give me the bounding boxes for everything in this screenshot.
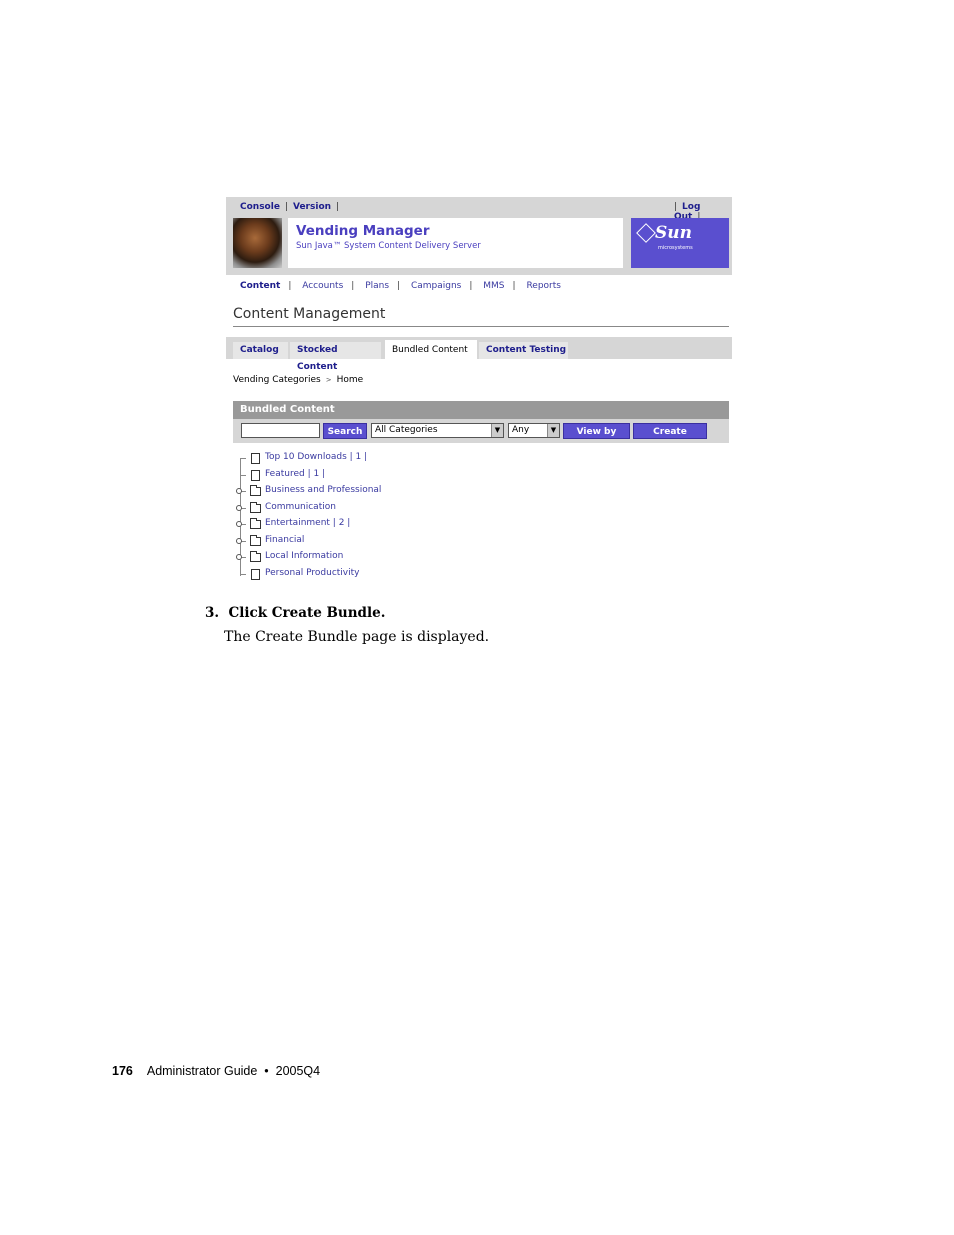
bundled-toolbar: Search All Categories ▼ Any ▼ View by Ti…	[233, 419, 729, 453]
sun-diamond-icon	[636, 223, 656, 243]
app-subtitle: Sun Java™ System Content Delivery Server	[296, 241, 481, 251]
document-icon	[251, 469, 260, 481]
title-divider	[233, 326, 729, 327]
chevron-down-icon: ▼	[547, 424, 559, 437]
expand-icon[interactable]	[236, 521, 242, 527]
any-select[interactable]: Any ▼	[508, 423, 560, 438]
header-photo	[233, 218, 282, 268]
document-icon	[251, 453, 260, 464]
breadcrumb: Vending Categories > Home	[233, 375, 363, 385]
folder-icon	[250, 501, 261, 513]
expand-icon[interactable]	[236, 537, 242, 544]
tree-item-label[interactable]: Business and Professional	[265, 485, 381, 495]
bundled-content-heading: Bundled Content	[240, 404, 335, 415]
tab-content-testing[interactable]: Content Testing	[479, 342, 568, 359]
top-header: Console | Version | | Log Out | Vending Manag…	[226, 197, 732, 275]
app-title: Vending Manager	[296, 223, 430, 239]
brand-box: Vending Manager Sun Java™ System Content…	[288, 218, 623, 268]
step-instruction: 3. Click Create Bundle.	[205, 605, 385, 621]
tree-item-label[interactable]: Financial	[265, 535, 304, 545]
expand-icon[interactable]	[236, 504, 242, 511]
search-input[interactable]	[241, 423, 320, 438]
tab-bundled-content[interactable]: Bundled Content	[385, 340, 477, 359]
nav-mms[interactable]: MMS	[483, 281, 504, 291]
breadcrumb-current: Home	[336, 375, 364, 385]
chevron-down-icon: ▼	[491, 424, 503, 437]
folder-icon	[250, 485, 261, 496]
footer-version: 2005Q4	[275, 1064, 321, 1078]
category-select[interactable]: All Categories ▼	[371, 423, 504, 438]
expand-icon[interactable]	[236, 488, 242, 494]
tab-bar: Catalog Stocked Content Bundled Content …	[226, 337, 732, 372]
step-number: 3.	[205, 605, 220, 621]
tree-item-label[interactable]: Communication	[265, 502, 336, 512]
nav-reports[interactable]: Reports	[526, 281, 561, 291]
nav-content[interactable]: Content	[240, 281, 280, 291]
page-footer: 176 Administrator Guide • 2005Q4	[112, 1064, 320, 1078]
tab-catalog[interactable]: Catalog	[233, 342, 288, 359]
vending-manager-screenshot: Console | Version | | Log Out | Vending Manag…	[226, 197, 732, 587]
folder-icon	[250, 551, 261, 562]
breadcrumb-root[interactable]: Vending Categories	[233, 375, 321, 385]
page-title: Content Management	[233, 306, 386, 322]
view-by-title-button[interactable]: View by Title	[563, 423, 630, 453]
nav-plans[interactable]: Plans	[365, 281, 389, 291]
document-icon	[251, 568, 260, 580]
main-nav: Content | Accounts | Plans | Campaigns | MMS…	[240, 281, 561, 291]
version-link[interactable]: Version	[293, 202, 331, 212]
folder-icon	[250, 534, 261, 546]
console-link[interactable]: Console	[240, 202, 280, 212]
page-number: 176	[112, 1064, 133, 1078]
tree-item-label[interactable]: Top 10 Downloads | 1 |	[265, 452, 367, 462]
tree-item-label[interactable]: Entertainment | 2 |	[265, 518, 350, 528]
sun-logo-box: Sun microsystems	[631, 218, 729, 268]
bundled-content-header: Bundled Content	[233, 401, 729, 419]
folder-icon	[250, 518, 261, 529]
step-result: The Create Bundle page is displayed.	[224, 629, 490, 645]
category-select-value: All Categories	[375, 425, 438, 435]
create-bundle-button[interactable]: Create Bundle	[633, 423, 707, 453]
nav-campaigns[interactable]: Campaigns	[411, 281, 461, 291]
footer-bullet: •	[264, 1064, 269, 1078]
footer-title: Administrator Guide	[146, 1064, 258, 1078]
expand-icon[interactable]	[236, 554, 242, 560]
top-links: Console | Version |	[240, 202, 340, 212]
tree-item-label[interactable]: Featured | 1 |	[265, 469, 325, 479]
step-text: Click Create Bundle.	[228, 605, 386, 621]
tree-item-label[interactable]: Local Information	[265, 551, 343, 561]
sun-logo: Sun	[655, 223, 692, 243]
breadcrumb-arrow-icon: >	[325, 376, 332, 384]
search-button[interactable]: Search	[323, 423, 367, 439]
sun-logo-tag: microsystems	[658, 245, 693, 251]
any-select-value: Any	[512, 425, 530, 435]
tab-stocked-content[interactable]: Stocked Content	[290, 342, 381, 372]
tree-item-label[interactable]: Personal Productivity	[265, 568, 359, 578]
nav-accounts[interactable]: Accounts	[302, 281, 343, 291]
